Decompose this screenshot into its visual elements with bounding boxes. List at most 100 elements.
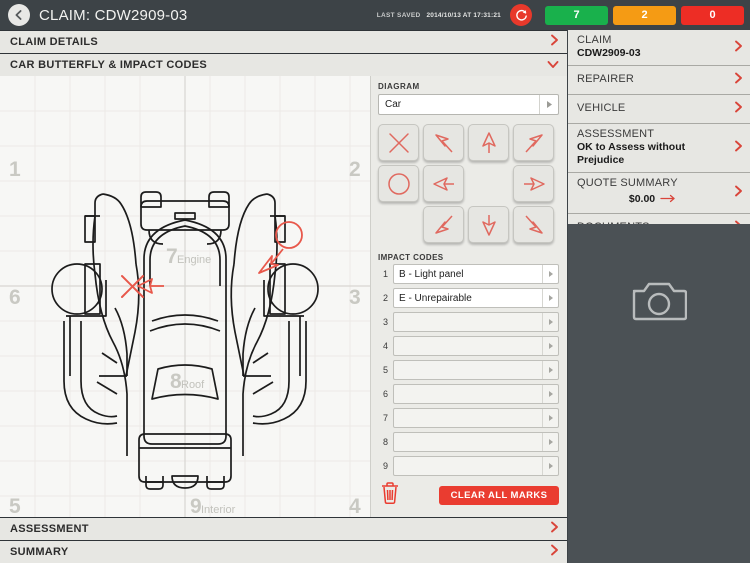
impact-code-select-2[interactable]: E - Unrepairable <box>393 288 559 308</box>
chevron-down-icon <box>547 56 559 74</box>
field-divider <box>542 265 543 283</box>
arrow-right-icon <box>660 190 676 208</box>
quote-amount-row: $0.00 <box>577 190 728 208</box>
impact-code-index: 7 <box>382 413 388 423</box>
triangle-right-icon <box>548 265 554 283</box>
chevron-right-icon <box>734 184 743 202</box>
chevron-right-icon <box>734 139 743 157</box>
tool-grid-spacer <box>378 206 419 243</box>
impact-code-index: 3 <box>382 317 388 327</box>
impact-code-select-9[interactable] <box>393 456 559 476</box>
tool-mark-circle[interactable] <box>378 165 419 202</box>
sidebar-item-repairer[interactable]: REPAIRER <box>568 66 750 95</box>
triangle-right-icon <box>546 96 553 114</box>
impact-code-select-4[interactable] <box>393 336 559 356</box>
circle-icon <box>387 172 410 195</box>
sidebar-item-vehicle[interactable]: VEHICLE <box>568 95 750 124</box>
sidebar-item-title: CLAIM <box>577 34 612 46</box>
triangle-right-icon <box>548 313 554 331</box>
diagram-label: DIAGRAM <box>378 82 420 91</box>
impact-code-select-6[interactable] <box>393 384 559 404</box>
status-badge-red[interactable]: 0 <box>681 5 744 25</box>
sidebar-item-title: QUOTE SUMMARY <box>577 177 678 189</box>
triangle-right-icon <box>548 457 554 475</box>
chevron-right-icon <box>550 543 559 561</box>
select-divider <box>539 95 540 114</box>
section-assessment[interactable]: ASSESSMENT <box>0 517 567 541</box>
clear-all-marks-button[interactable]: CLEAR ALL MARKS <box>439 485 559 505</box>
tool-mark-arrow-right[interactable] <box>513 165 554 202</box>
impact-code-row: 1 B - Light panel <box>378 264 559 284</box>
triangle-right-icon <box>548 385 554 403</box>
arrow-up-icon <box>481 131 496 153</box>
section-car-butterfly[interactable]: CAR BUTTERFLY & IMPACT CODES <box>0 53 567 77</box>
impact-code-select-5[interactable] <box>393 360 559 380</box>
car-diagram-canvas[interactable]: 1 2 3 4 5 6 7 Engine 8 Roof 9 Interior <box>0 76 371 547</box>
last-saved-label: LAST SAVED <box>376 11 421 19</box>
impact-code-select-8[interactable] <box>393 432 559 452</box>
photo-placeholder[interactable] <box>568 224 750 563</box>
tool-grid-spacer <box>468 165 509 202</box>
impact-code-select-1[interactable]: B - Light panel <box>393 264 559 284</box>
tool-mark-arrow-southwest[interactable] <box>423 206 464 243</box>
zone-word-interior: Interior <box>201 504 236 516</box>
page-title: CLAIM: CDW2909-03 <box>39 6 188 24</box>
impact-code-row: 7 <box>378 408 559 428</box>
tool-mark-arrow-northwest[interactable] <box>423 124 464 161</box>
impact-code-row: 3 <box>378 312 559 332</box>
status-badge-green[interactable]: 7 <box>545 5 608 25</box>
tools-panel: DIAGRAM Car IMPACT CODES 1 B - Light pan… <box>371 76 567 547</box>
main-content: CLAIM DETAILS CAR BUTTERFLY & IMPACT COD… <box>0 30 567 563</box>
field-divider <box>542 361 543 379</box>
tool-mark-arrow-down[interactable] <box>468 206 509 243</box>
field-divider <box>542 289 543 307</box>
tool-mark-arrow-northeast[interactable] <box>513 124 554 161</box>
impact-code-row: 2 E - Unrepairable <box>378 288 559 308</box>
field-divider <box>542 337 543 355</box>
codes-action-row: CLEAR ALL MARKS <box>380 480 559 510</box>
delete-button[interactable] <box>380 481 400 510</box>
impact-code-select-3[interactable] <box>393 312 559 332</box>
sidebar-item-quote-summary[interactable]: QUOTE SUMMARY $0.00 <box>568 173 750 214</box>
back-button[interactable] <box>8 4 30 26</box>
arrow-southeast-icon <box>524 214 543 234</box>
sidebar-item-title: REPAIRER <box>577 73 635 85</box>
triangle-right-icon <box>548 409 554 427</box>
zone-number-2: 2 <box>349 158 361 181</box>
field-divider <box>542 385 543 403</box>
impact-code-index: 9 <box>382 461 388 471</box>
tool-mark-arrow-left[interactable] <box>423 165 464 202</box>
chevron-right-icon <box>734 100 743 118</box>
section-assessment-label: ASSESSMENT <box>10 523 89 535</box>
tool-mark-cross[interactable] <box>378 124 419 161</box>
sidebar-item-value: OK to Assess without Prejudice <box>577 141 686 166</box>
sidebar-item-assessment[interactable]: ASSESSMENT OK to Assess without Prejudic… <box>568 124 750 173</box>
impact-code-index: 5 <box>382 365 388 375</box>
top-bar: CLAIM: CDW2909-03 LAST SAVED 2014/10/13 … <box>0 0 750 30</box>
section-summary[interactable]: SUMMARY <box>0 540 567 563</box>
impact-code-row: 9 <box>378 456 559 476</box>
chevron-right-icon <box>734 39 743 57</box>
triangle-right-icon <box>548 433 554 451</box>
tool-mark-arrow-up[interactable] <box>468 124 509 161</box>
mark-arrow-northeast-annotation <box>258 248 284 274</box>
cross-icon <box>388 132 409 153</box>
section-claim-details[interactable]: CLAIM DETAILS <box>0 30 567 54</box>
impact-code-select-7[interactable] <box>393 408 559 428</box>
refresh-button[interactable] <box>510 4 532 26</box>
arrow-left-icon <box>432 176 454 191</box>
chevron-left-icon <box>15 10 22 20</box>
sidebar-item-claim[interactable]: CLAIM CDW2909-03 <box>568 30 750 66</box>
diagram-select[interactable]: Car <box>378 94 559 115</box>
tool-mark-arrow-southeast[interactable] <box>513 206 554 243</box>
impact-code-index: 6 <box>382 389 388 399</box>
zone-number-3: 3 <box>349 286 361 309</box>
top-bar-right: LAST SAVED 2014/10/13 AT 17:31:21 7 2 0 <box>377 4 750 26</box>
impact-code-value: E - Unrepairable <box>399 292 472 304</box>
status-badge-amber[interactable]: 2 <box>613 5 676 25</box>
impact-code-index: 4 <box>382 341 388 351</box>
zone-number-9: 9 <box>190 495 202 518</box>
section-summary-label: SUMMARY <box>10 546 69 558</box>
impact-codes-label: IMPACT CODES <box>378 253 444 262</box>
zone-word-engine: Engine <box>177 254 211 266</box>
